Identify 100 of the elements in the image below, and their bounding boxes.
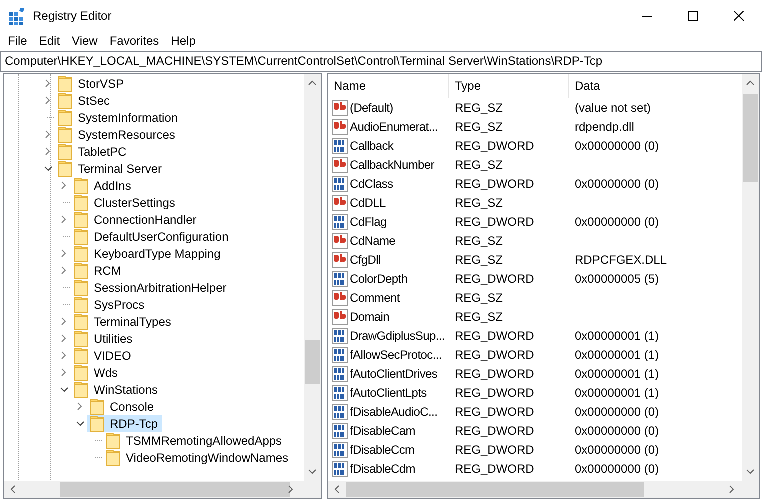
value-name[interactable]: Callback (350, 136, 394, 154)
tree-item[interactable]: SessionArbitrationHelper (71, 279, 231, 296)
value-name[interactable]: fDisableAudioC... (350, 402, 438, 420)
tree-item[interactable]: SystemInformation (55, 109, 182, 126)
scroll-right-icon[interactable] (288, 485, 294, 494)
scroll-down-icon[interactable] (746, 469, 755, 475)
folder-icon (58, 126, 72, 142)
value-name[interactable]: AudioEnumerat... (350, 118, 438, 136)
string-value-icon (332, 118, 348, 134)
value-name[interactable]: ColorDepth (350, 270, 408, 288)
binary-value-icon (332, 422, 348, 438)
vertical-scrollbar[interactable] (742, 74, 759, 481)
menu-item[interactable]: Edit (33, 32, 66, 50)
value-name[interactable]: CdClass (350, 174, 394, 192)
value-name[interactable]: CfgDll (350, 250, 381, 268)
value-name[interactable]: fAutoClientDrives (350, 364, 438, 382)
value-name[interactable]: fDisableCam (350, 422, 416, 440)
tree-item[interactable]: SystemResources (55, 126, 180, 143)
folder-icon (74, 262, 88, 278)
binary-value-icon (332, 328, 348, 344)
value-data: 0x00000000 (0) (575, 442, 660, 456)
scroll-down-icon[interactable] (308, 469, 317, 475)
tree-item[interactable]: Terminal Server (55, 160, 166, 177)
string-value-icon (332, 156, 348, 172)
menu-item[interactable]: View (66, 32, 104, 50)
value-type: REG_SZ (455, 252, 504, 266)
menu-item[interactable]: Help (165, 32, 202, 50)
vertical-scrollbar[interactable] (304, 74, 321, 481)
tree-item[interactable]: VIDEO (71, 347, 136, 364)
column-header[interactable]: Data (569, 74, 744, 98)
value-name[interactable]: CdFlag (350, 212, 387, 230)
value-name[interactable]: CallbackNumber (350, 156, 434, 174)
close-icon (734, 11, 744, 21)
scroll-thumb[interactable] (60, 482, 290, 497)
scroll-left-icon[interactable] (334, 485, 340, 494)
binary-value-icon (332, 270, 348, 286)
folder-icon (74, 296, 88, 312)
value-data: rdpendp.dll (575, 120, 634, 134)
tree-item[interactable]: ConnectionHandler (71, 211, 201, 228)
menu-item[interactable]: Favorites (104, 32, 166, 50)
binary-value-icon (332, 442, 348, 458)
folder-icon (74, 382, 88, 398)
value-name[interactable]: fAutoClientLpts (350, 384, 427, 402)
value-name[interactable]: Domain (350, 308, 390, 326)
tree-item[interactable]: TerminalTypes (71, 313, 176, 330)
horizontal-scrollbar[interactable] (328, 481, 759, 498)
tree-item[interactable]: AddIns (71, 177, 136, 194)
tree-item[interactable]: ClusterSettings (71, 194, 180, 211)
scroll-up-icon[interactable] (308, 80, 317, 86)
scroll-thumb[interactable] (346, 482, 644, 497)
menu-item[interactable]: File (2, 32, 34, 50)
scroll-thumb[interactable] (743, 94, 758, 182)
value-name[interactable]: DrawGdiplusSup... (350, 326, 445, 344)
value-type: REG_SZ (455, 120, 504, 134)
horizontal-scrollbar[interactable] (4, 481, 321, 498)
value-type: REG_DWORD (455, 328, 534, 342)
scroll-up-icon[interactable] (746, 80, 755, 86)
folder-icon (58, 110, 72, 126)
value-data: 0x00000000 (0) (575, 462, 660, 476)
tree-item[interactable]: RDP-Tcp (87, 415, 162, 432)
scroll-thumb[interactable] (305, 340, 320, 384)
value-data: (value not set) (575, 100, 652, 114)
column-header[interactable]: Name (328, 74, 449, 98)
folder-icon (106, 432, 120, 448)
tree-item[interactable]: StorVSP (55, 75, 128, 92)
tree-item[interactable]: Console (87, 398, 158, 415)
tree-item[interactable]: VideoRemotingWindowNames (103, 449, 293, 466)
tree-item[interactable]: Wds (71, 364, 122, 381)
address-bar[interactable]: Computer\HKEY_LOCAL_MACHINE\SYSTEM\CurrentControlSet\Control\Terminal Server\WinStations\RDP-Tcp (0, 51, 762, 72)
value-name[interactable]: fAllowSecProtoc... (350, 346, 442, 364)
scroll-left-icon[interactable] (10, 485, 16, 494)
value-data: RDPCFGEX.DLL (575, 252, 668, 266)
scroll-right-icon[interactable] (729, 485, 735, 494)
folder-icon (90, 416, 104, 432)
tree-item[interactable]: RCM (71, 262, 126, 279)
binary-value-icon (332, 384, 348, 400)
column-header[interactable]: Type (449, 74, 569, 98)
tree-item[interactable]: KeyboardType Mapping (71, 245, 225, 262)
binary-value-icon (332, 214, 348, 230)
binary-value-icon (332, 138, 348, 154)
folder-icon (106, 450, 120, 466)
tree-item[interactable]: Utilities (71, 330, 137, 347)
value-name[interactable]: Comment (350, 288, 400, 306)
value-name[interactable]: CdDLL (350, 194, 386, 212)
value-type: REG_SZ (455, 310, 504, 324)
value-data: 0x00000000 (0) (575, 214, 660, 228)
tree-item[interactable]: TabletPC (55, 143, 131, 160)
value-type: REG_DWORD (455, 442, 534, 456)
folder-icon (74, 194, 88, 210)
tree-item[interactable]: WinStations (71, 381, 162, 398)
tree-item[interactable]: TSMMRemotingAllowedApps (103, 432, 286, 449)
value-type: REG_SZ (455, 290, 504, 304)
tree-item[interactable]: DefaultUserConfiguration (71, 228, 233, 245)
string-value-icon (332, 290, 348, 306)
value-name[interactable]: CdName (350, 232, 396, 250)
value-name[interactable]: fDisableCcm (350, 440, 415, 458)
tree-item[interactable]: SysProcs (71, 296, 149, 313)
tree-item[interactable]: StSec (55, 92, 114, 109)
value-name[interactable]: fDisableCdm (350, 460, 416, 478)
value-name[interactable]: (Default) (350, 98, 394, 116)
